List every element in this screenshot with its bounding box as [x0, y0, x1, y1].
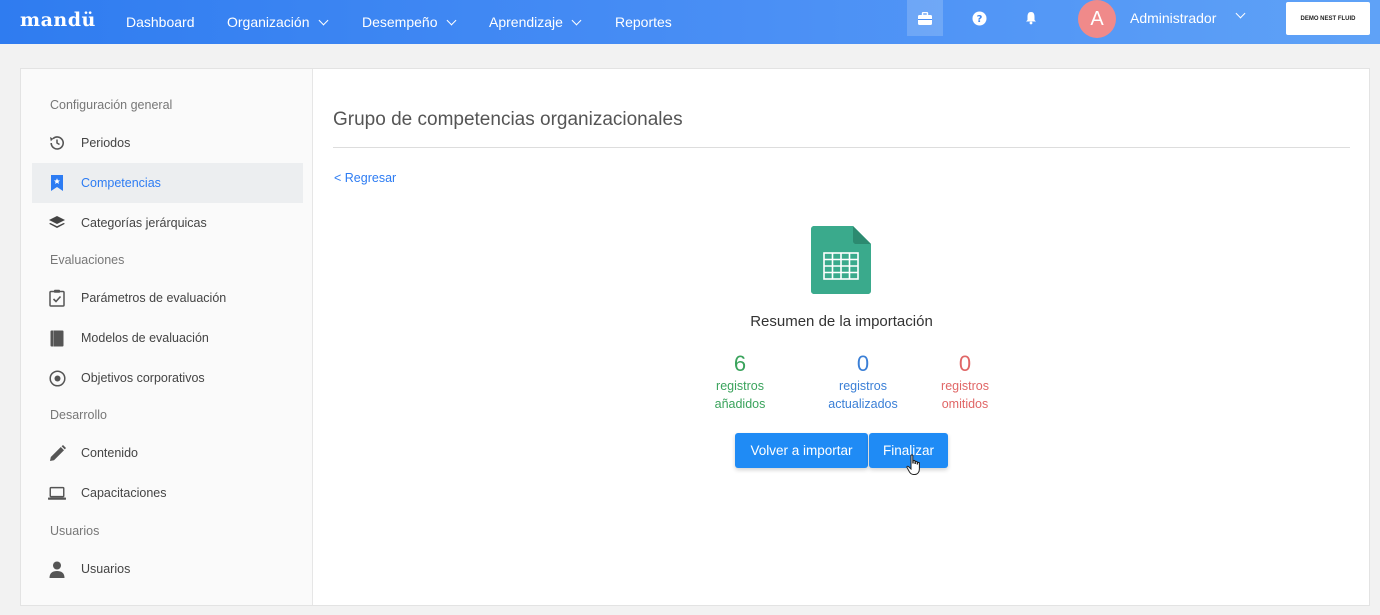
sidebar-item-label: Periodos	[81, 136, 131, 150]
stat-omitted: 0 registros omitidos	[910, 351, 1020, 413]
laptop-icon	[48, 484, 66, 502]
app-logo[interactable]: mandü	[20, 9, 96, 31]
sidebar-item-competencias[interactable]: Competencias	[32, 163, 303, 203]
history-icon	[48, 134, 66, 152]
sidebar-item-label: Usuarios	[81, 562, 131, 576]
reimport-button[interactable]: Volver a importar	[735, 433, 868, 468]
stat-label: añadidos	[714, 397, 766, 411]
sidebar-item-label: Categorías jerárquicas	[81, 216, 207, 230]
nav-reportes[interactable]: Reportes	[615, 0, 672, 44]
top-navigation-bar: mandü Dashboard Organización Desempeño A…	[0, 0, 1380, 44]
briefcase-icon[interactable]	[907, 0, 943, 36]
chevron-down-icon	[446, 15, 456, 25]
sidebar-item-modelos[interactable]: Modelos de evaluación	[32, 318, 303, 358]
sidebar-item-label: Modelos de evaluación	[81, 331, 209, 345]
sidebar-item-label: Objetivos corporativos	[81, 371, 205, 385]
avatar[interactable]: A	[1078, 0, 1116, 38]
sidebar-item-categorias[interactable]: Categorías jerárquicas	[32, 203, 303, 243]
avatar-letter: A	[1090, 7, 1104, 30]
stat-added: 6 registros añadidos	[685, 351, 795, 413]
spreadsheet-file-icon	[811, 226, 871, 299]
sidebar-item-capacitaciones[interactable]: Capacitaciones	[32, 473, 303, 513]
sidebar-item-periodos[interactable]: Periodos	[32, 123, 303, 163]
sidebar-item-label: Contenido	[81, 446, 138, 460]
sidebar-section-title: Configuración general	[50, 98, 173, 112]
page-title: Grupo de competencias organizacionales	[333, 109, 683, 130]
sidebar-item-usuarios[interactable]: Usuarios	[32, 549, 303, 589]
user-icon	[48, 560, 66, 578]
stat-updated: 0 registros actualizados	[808, 351, 918, 413]
bell-icon[interactable]	[1013, 0, 1049, 36]
stat-label: registros	[716, 379, 764, 393]
nav-desempeno-label: Desempeño	[362, 14, 438, 30]
clipboard-check-icon	[48, 289, 66, 307]
stat-label: omitidos	[941, 397, 989, 411]
pencil-icon	[48, 444, 66, 462]
chevron-down-icon	[318, 15, 328, 25]
sidebar-item-objetivos[interactable]: Objetivos corporativos	[32, 358, 303, 398]
nav-reportes-label: Reportes	[615, 14, 672, 30]
stat-value: 0	[856, 351, 870, 376]
sidebar-item-contenido[interactable]: Contenido	[32, 433, 303, 473]
stat-value: 6	[733, 351, 747, 376]
stat-label: registros	[839, 379, 887, 393]
company-name: DEMO NEST FLUID	[1300, 15, 1356, 22]
nav-aprendizaje-label: Aprendizaje	[489, 14, 563, 30]
user-menu-name[interactable]: Administrador	[1130, 10, 1216, 26]
sidebar-item-label: Capacitaciones	[81, 486, 167, 500]
sidebar-item-label: Parámetros de evaluación	[81, 291, 227, 305]
sidebar-section-title: Usuarios	[50, 524, 100, 538]
summary-title: Resumen de la importación	[750, 313, 933, 330]
book-icon	[48, 329, 66, 347]
target-icon	[48, 369, 66, 387]
sidebar-section-title: Evaluaciones	[50, 253, 125, 267]
layers-icon	[48, 214, 66, 232]
title-divider	[333, 147, 1350, 148]
svg-text:?: ?	[976, 14, 982, 25]
nav-aprendizaje[interactable]: Aprendizaje	[489, 0, 582, 44]
sidebar-item-label: Competencias	[81, 176, 161, 190]
chevron-down-icon	[571, 15, 582, 25]
stat-label: registros	[941, 379, 989, 393]
nav-organizacion[interactable]: Organización	[227, 0, 328, 44]
main-card: Configuración general Periodos Competenc…	[20, 68, 1370, 606]
stat-value: 0	[958, 351, 972, 376]
help-icon[interactable]: ?	[961, 0, 997, 36]
sidebar-item-parametros[interactable]: Parámetros de evaluación	[32, 278, 303, 318]
company-logo[interactable]: DEMO NEST FLUID	[1286, 2, 1370, 35]
back-link[interactable]: < Regresar	[334, 171, 396, 185]
stat-label: actualizados	[828, 397, 898, 411]
settings-sidebar: Configuración general Periodos Competenc…	[21, 69, 313, 605]
nav-organizacion-label: Organización	[227, 14, 310, 30]
nav-dashboard-label: Dashboard	[126, 14, 195, 30]
hand-cursor-icon	[906, 454, 922, 481]
chevron-down-icon[interactable]	[1235, 8, 1246, 19]
import-summary-panel: Grupo de competencias organizacionales <…	[314, 69, 1369, 605]
bookmark-icon	[48, 174, 66, 192]
nav-desempeno[interactable]: Desempeño	[362, 0, 456, 44]
sidebar-section-title: Desarrollo	[50, 408, 107, 422]
nav-dashboard[interactable]: Dashboard	[126, 0, 195, 44]
